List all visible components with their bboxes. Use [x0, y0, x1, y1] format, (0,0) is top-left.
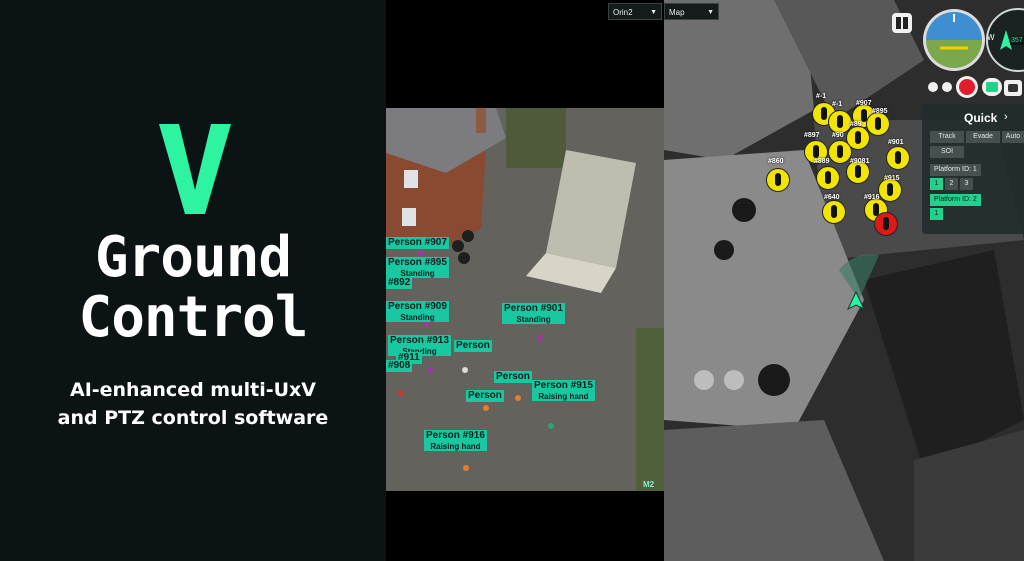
marker-label: #916 — [864, 194, 880, 201]
evade-button[interactable]: Evade — [966, 131, 1000, 143]
detection-label: Person #915 Raising hand — [532, 380, 595, 401]
video-source-select[interactable]: Orin2 ▼ — [608, 3, 662, 20]
track-button[interactable]: Track — [930, 131, 964, 143]
snapshot-button[interactable] — [1004, 80, 1022, 96]
target-marker[interactable] — [822, 200, 846, 224]
platform-2-chip-1[interactable]: 1 — [930, 208, 943, 220]
video-camera-icon — [986, 82, 998, 92]
detection-label: Person #901 Standing — [502, 303, 565, 324]
marker-label: #9081 — [850, 158, 870, 165]
detection-label: Person #895 Standing — [386, 257, 449, 278]
map-view-select[interactable]: Map ▼ — [664, 3, 719, 20]
platform-2-label[interactable]: Platform ID: 2 — [930, 194, 981, 206]
split-view-icon — [896, 17, 908, 29]
split-view-button[interactable] — [892, 13, 912, 33]
marker-label: #907 — [856, 100, 872, 107]
zoom-out-button[interactable] — [942, 82, 952, 92]
quick-label: Quick — [964, 111, 998, 125]
target-marker[interactable] — [766, 168, 790, 192]
detection-label: Person #909 Standing — [386, 301, 449, 322]
attitude-indicator-icon — [923, 9, 985, 71]
video-mode-button[interactable] — [982, 78, 1002, 96]
marker-label: #915 — [884, 175, 900, 182]
target-marker[interactable] — [886, 146, 910, 170]
compass-heading: 357 — [1011, 37, 1023, 44]
target-marker[interactable] — [816, 166, 840, 190]
record-icon — [959, 79, 975, 95]
marker-label: #860 — [768, 158, 784, 165]
title-line1: Ground — [94, 225, 292, 290]
drone-video-feed[interactable]: Person #907 Person #895 Standing #892 Per… — [386, 0, 664, 561]
target-marker[interactable] — [866, 112, 890, 136]
marker-label: #895 — [872, 108, 888, 115]
marker-label: #90 — [832, 132, 844, 139]
camera-icon — [1008, 84, 1018, 92]
marker-label: #-1 — [832, 101, 843, 108]
title-line2: Control — [78, 285, 308, 350]
marker-label: #640 — [824, 194, 840, 201]
detection-label: Person #916 Raising hand — [424, 430, 487, 451]
auto-button[interactable]: Auto — [1002, 131, 1024, 143]
marker-label: #889 — [814, 158, 830, 165]
platform-1-chip-3[interactable]: 3 — [960, 178, 973, 190]
detection-label: Person — [494, 371, 532, 383]
platform-1-chip-1[interactable]: 1 — [930, 178, 943, 190]
detection-label: #908 — [386, 360, 413, 372]
marker-label: #897 — [804, 132, 820, 139]
record-button[interactable] — [956, 76, 978, 98]
detection-label: Person — [454, 340, 492, 352]
v-logo — [159, 124, 231, 214]
soi-button[interactable]: SOI — [930, 146, 964, 158]
compass-west-label: W — [987, 33, 995, 42]
platform-1-chip-2[interactable]: 2 — [945, 178, 958, 190]
platform-1-label: Platform ID: 1 — [930, 164, 981, 176]
detection-label: #892 — [386, 277, 413, 289]
target-marker[interactable] — [828, 140, 852, 164]
marker-label: #901 — [888, 139, 904, 146]
detection-label: Person — [466, 390, 504, 402]
quick-expand-icon[interactable]: › — [1004, 111, 1008, 123]
marker-label: #89 — [850, 121, 862, 128]
zoom-in-button[interactable] — [928, 82, 938, 92]
corner-tag: M2 — [643, 480, 655, 489]
selected-target-marker[interactable] — [874, 212, 898, 236]
compass-widget: W 357 — [986, 8, 1024, 72]
brand-panel: Ground Control AI-enhanced multi-UxV and… — [0, 0, 386, 561]
marker-label: #-1 — [816, 93, 827, 100]
subtitle-line1: AI-enhanced multi-UxV — [69, 379, 317, 401]
detection-label: Person #907 — [386, 237, 449, 249]
subtitle-line2: and PTZ control software — [57, 407, 329, 429]
